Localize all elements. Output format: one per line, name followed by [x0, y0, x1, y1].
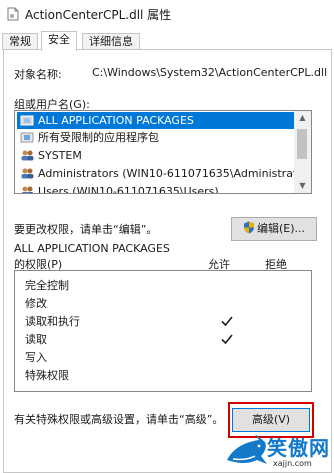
package-icon	[20, 132, 34, 143]
watermark-text: 笑傲网	[267, 436, 330, 460]
tab-security[interactable]: 安全	[41, 31, 77, 51]
list-item[interactable]: ALL APPLICATION PACKAGES	[17, 112, 295, 129]
tab-general[interactable]: 常规	[2, 33, 38, 50]
list-scrollbar[interactable]: ▲ ▼	[294, 111, 311, 193]
list-item-label: 所有受限制的应用程序包	[38, 131, 159, 144]
file-icon	[7, 7, 19, 21]
users-icon	[21, 186, 34, 193]
shield-icon	[243, 221, 254, 234]
permission-name: 读取	[25, 333, 47, 346]
object-name-label: 对象名称:	[14, 68, 62, 81]
scroll-thumb[interactable]	[297, 129, 307, 159]
watermark-logo: 笑傲网 xajjn.com	[225, 430, 334, 473]
edit-button[interactable]: 编辑(E)...	[231, 217, 317, 241]
watermark-url: xajjn.com	[273, 459, 312, 468]
shark-logo-icon	[227, 434, 267, 464]
permission-name: 修改	[25, 297, 47, 310]
permission-name: 读取和执行	[25, 315, 80, 328]
allow-check-icon	[221, 334, 233, 345]
package-icon	[20, 115, 34, 126]
scroll-down-icon[interactable]: ▼	[294, 179, 311, 193]
list-item-label: Administrators (WIN10-611071635\Administ…	[38, 167, 312, 180]
permission-name: 特殊权限	[25, 369, 69, 382]
permission-row: 修改	[25, 295, 305, 313]
advanced-settings-hint: 有关特殊权限或高级设置，请单击“高级”。	[14, 413, 224, 426]
group-user-list[interactable]: ALL APPLICATION PACKAGES 所有受限制的应用程序包 SYS…	[14, 110, 312, 194]
list-item-label: Users (WIN10-611071635\Users)	[38, 185, 219, 194]
scroll-up-icon[interactable]: ▲	[294, 111, 311, 125]
list-item-label: SYSTEM	[38, 149, 82, 162]
list-item[interactable]: Administrators (WIN10-611071635\Administ…	[17, 165, 311, 182]
window-title: ActionCenterCPL.dll 属性	[25, 8, 172, 22]
title-bar: ActionCenterCPL.dll 属性	[0, 0, 334, 28]
list-item[interactable]: SYSTEM	[17, 147, 295, 164]
list-item[interactable]: Users (WIN10-611071635\Users)	[17, 183, 295, 194]
edit-button-label: 编辑(E)...	[256, 222, 306, 235]
permissions-list: 完全控制 修改 读取和执行 读取 写入 特殊权限	[14, 270, 312, 392]
users-icon	[21, 168, 34, 179]
list-item-label: ALL APPLICATION PACKAGES	[38, 114, 194, 127]
tab-details[interactable]: 详细信息	[82, 33, 140, 50]
permission-row: 完全控制	[25, 277, 305, 295]
list-item[interactable]: 所有受限制的应用程序包	[17, 129, 295, 146]
users-icon	[21, 150, 34, 161]
permission-row: 特殊权限	[25, 367, 305, 385]
permission-name: 写入	[25, 351, 47, 364]
object-name-value: C:\Windows\System32\ActionCenterCPL.dll	[92, 66, 328, 79]
permission-row: 读取和执行	[25, 313, 305, 331]
permission-name: 完全控制	[25, 279, 69, 292]
permission-row: 写入	[25, 349, 305, 367]
permissions-principal: ALL APPLICATION PACKAGES	[14, 242, 170, 255]
change-permissions-hint: 要更改权限，请单击“编辑”。	[14, 223, 158, 236]
permission-row: 读取	[25, 331, 305, 349]
allow-check-icon	[221, 316, 233, 327]
